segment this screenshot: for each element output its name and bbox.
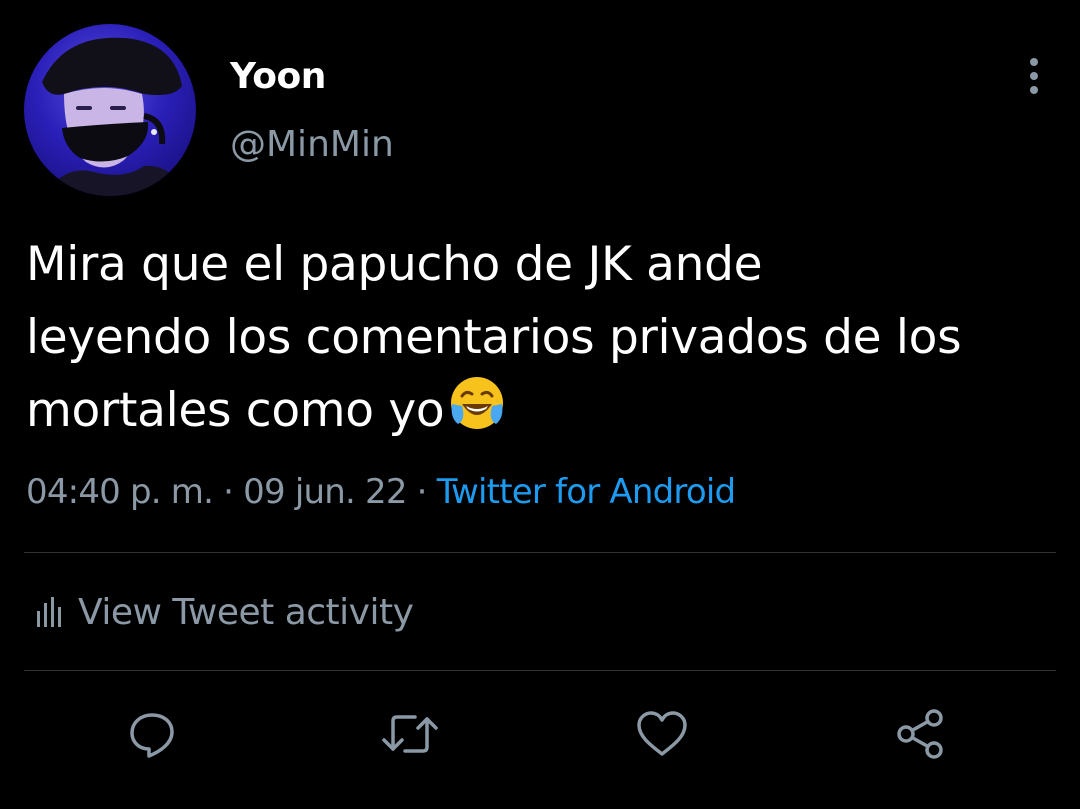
author-display-name[interactable]: Yoon bbox=[230, 56, 326, 97]
divider bbox=[24, 552, 1056, 553]
face-with-tears-of-joy-icon bbox=[448, 374, 506, 453]
bar-chart-icon bbox=[36, 597, 62, 627]
tweet-line: leyendo los comentarios privados de los bbox=[26, 310, 962, 365]
avatar[interactable] bbox=[24, 24, 196, 196]
tweet-time: 04:40 p. m. bbox=[26, 472, 214, 512]
heart-icon bbox=[637, 711, 687, 756]
like-button[interactable] bbox=[632, 704, 692, 764]
tweet-line-text: mortales como yo bbox=[26, 383, 445, 438]
author-handle[interactable]: @MinMin bbox=[230, 124, 394, 165]
tweet-meta: 04:40 p. m. · 09 jun. 22 · Twitter for A… bbox=[26, 472, 736, 512]
meta-separator: · bbox=[406, 472, 437, 512]
view-tweet-activity-label: View Tweet activity bbox=[78, 591, 414, 633]
tweet-text: Mira que el papucho de JK ande leyendo l… bbox=[26, 228, 1066, 453]
share-button[interactable] bbox=[890, 704, 950, 764]
reply-button[interactable] bbox=[122, 704, 182, 764]
profile-photo bbox=[42, 37, 184, 196]
tweet-source-link[interactable]: Twitter for Android bbox=[437, 472, 736, 512]
retweet-icon bbox=[382, 715, 438, 753]
comment-icon bbox=[130, 713, 174, 758]
more-vertical-icon bbox=[1030, 58, 1038, 94]
tweet-line: mortales como yo bbox=[26, 374, 1066, 453]
divider bbox=[24, 670, 1056, 671]
tweet-date: 09 jun. 22 bbox=[243, 472, 407, 512]
share-icon bbox=[897, 709, 943, 759]
tweet-line: Mira que el papucho de JK ande bbox=[26, 237, 763, 292]
meta-separator: · bbox=[213, 472, 244, 512]
view-tweet-activity-button[interactable]: View Tweet activity bbox=[36, 588, 414, 636]
retweet-button[interactable] bbox=[380, 704, 440, 764]
more-options-button[interactable] bbox=[1014, 56, 1054, 96]
